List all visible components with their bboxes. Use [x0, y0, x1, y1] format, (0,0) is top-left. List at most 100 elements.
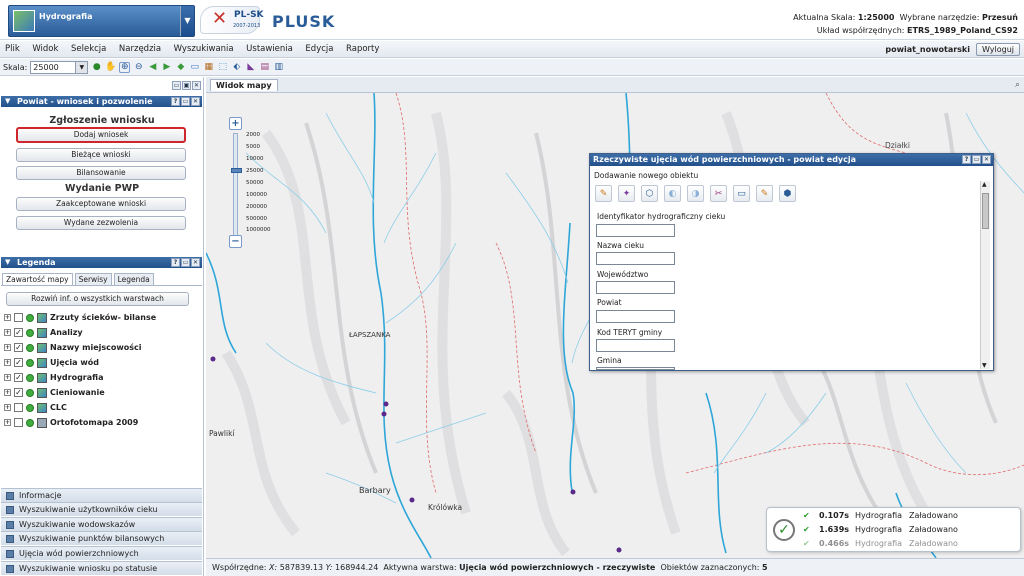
- legend-panel-header[interactable]: ▼ Legenda ? ▭ ✕: [1, 257, 202, 268]
- chevron-down-icon[interactable]: ▼: [180, 6, 194, 36]
- cut-icon[interactable]: ✂: [710, 185, 727, 202]
- collapse-triangle-icon[interactable]: ▼: [5, 96, 10, 107]
- accordion-balance-points[interactable]: Wyszukiwanie punktów bilansowych: [1, 531, 202, 545]
- layers-icon[interactable]: ▤: [259, 62, 270, 73]
- edit-vertices-icon[interactable]: ⬡: [641, 185, 658, 202]
- minimize-icon[interactable]: ▭: [972, 155, 981, 164]
- accordion-users[interactable]: Wyszukiwanie użytkowników cieku: [1, 502, 202, 516]
- tab-map-view[interactable]: Widok mapy: [210, 79, 278, 91]
- zoom-in-button[interactable]: +: [229, 117, 242, 130]
- menu-edycja[interactable]: Edycja: [300, 41, 338, 58]
- permits-panel-header[interactable]: ▼ Powiat - wniosek i pozwolenie ? ▭ ✕: [1, 96, 202, 107]
- draw-point-icon[interactable]: ✎: [595, 185, 612, 202]
- table-icon[interactable]: ▦: [203, 62, 214, 73]
- dialog-scrollbar[interactable]: ▲ ▼: [980, 181, 990, 369]
- back-arrow-icon[interactable]: ◀: [147, 62, 158, 73]
- layer-checkbox[interactable]: ✓: [14, 388, 23, 397]
- magnifier-icon[interactable]: ⌕: [1015, 80, 1020, 90]
- accordion-status-search[interactable]: Wyszukiwanie wniosku po statusie: [1, 561, 202, 575]
- menu-plik[interactable]: Plik: [0, 41, 25, 58]
- balancing-button[interactable]: Bilansowanie: [16, 166, 186, 180]
- layer-checkbox[interactable]: ✓: [14, 373, 23, 382]
- tab-legend[interactable]: Legenda: [113, 273, 154, 285]
- help-icon[interactable]: ?: [962, 155, 971, 164]
- river-name-input[interactable]: [596, 252, 675, 265]
- info-icon[interactable]: ●: [91, 62, 102, 73]
- add-application-button[interactable]: Dodaj wniosek: [16, 127, 186, 143]
- commune-input[interactable]: [596, 367, 675, 370]
- monitor-icon[interactable]: ▭: [189, 62, 200, 73]
- merge-icon[interactable]: ◑: [687, 185, 704, 202]
- save-icon[interactable]: ⬢: [779, 185, 796, 202]
- chevron-down-icon[interactable]: ▼: [75, 61, 88, 73]
- expand-all-layers-button[interactable]: Rozwiń inf. o wszystkich warstwach: [6, 292, 189, 306]
- layer-checkbox[interactable]: ✓: [14, 343, 23, 352]
- close-icon[interactable]: ✕: [982, 155, 991, 164]
- minimize-icon[interactable]: ▭: [181, 258, 190, 267]
- menu-ustawienia[interactable]: Ustawienia: [241, 41, 298, 58]
- layer-checkbox[interactable]: [14, 313, 23, 322]
- expand-icon[interactable]: +: [4, 419, 11, 426]
- zoom-out-icon[interactable]: ⊖: [133, 62, 144, 73]
- accepted-applications-button[interactable]: Zaakceptowane wnioski: [16, 197, 186, 211]
- menu-selekcja[interactable]: Selekcja: [66, 41, 111, 58]
- tab-services[interactable]: Serwisy: [74, 273, 112, 285]
- river-id-input[interactable]: [596, 224, 675, 237]
- collapse-icon[interactable]: ▭: [172, 81, 181, 90]
- expand-icon[interactable]: +: [4, 389, 11, 396]
- forward-arrow-icon[interactable]: ▶: [161, 62, 172, 73]
- measure-icon[interactable]: ◣: [245, 62, 256, 73]
- expand-icon[interactable]: +: [4, 404, 11, 411]
- dialog-header[interactable]: Rzeczywiste ujęcia wód powierzchniowych …: [590, 154, 993, 166]
- attributes-icon[interactable]: ▭: [733, 185, 750, 202]
- expand-icon[interactable]: +: [4, 344, 11, 351]
- accordion-gauges[interactable]: Wyszukiwanie wodowskazów: [1, 517, 202, 531]
- logout-button[interactable]: Wyloguj: [976, 43, 1020, 56]
- close-icon[interactable]: ✕: [192, 81, 201, 90]
- scroll-thumb[interactable]: [982, 193, 989, 229]
- accordion-informacje[interactable]: Informacje: [1, 488, 202, 502]
- expand-icon[interactable]: ▣: [182, 81, 191, 90]
- close-icon[interactable]: ✕: [191, 258, 200, 267]
- scroll-up-icon[interactable]: ▲: [982, 181, 987, 188]
- layer-checkbox[interactable]: [14, 418, 23, 427]
- layer-checkbox[interactable]: ✓: [14, 358, 23, 367]
- tool-icon[interactable]: ⬖: [231, 62, 242, 73]
- app-switcher[interactable]: Hydrografia ▼: [8, 5, 195, 37]
- zoom-out-button[interactable]: −: [229, 235, 242, 248]
- county-input[interactable]: [596, 310, 675, 323]
- current-applications-button[interactable]: Bieżące wnioski: [16, 148, 186, 162]
- tab-map-content[interactable]: Zawartość mapy: [2, 273, 73, 285]
- zoom-track[interactable]: [231, 133, 242, 237]
- zoom-in-icon[interactable]: ⊕: [119, 61, 131, 73]
- voivodeship-input[interactable]: [596, 281, 675, 294]
- menu-raporty[interactable]: Raporty: [341, 41, 384, 58]
- accordion-surface-water[interactable]: Ujęcia wód powierzchniowych: [1, 546, 202, 560]
- expand-icon[interactable]: +: [4, 374, 11, 381]
- print-icon[interactable]: ▥: [273, 62, 284, 73]
- scroll-down-icon[interactable]: ▼: [982, 362, 987, 369]
- select-icon[interactable]: ⬚: [217, 62, 228, 73]
- close-icon[interactable]: ✕: [191, 97, 200, 106]
- teryt-input[interactable]: [596, 339, 675, 352]
- reshape-icon[interactable]: ◐: [664, 185, 681, 202]
- menu-wyszukiwania[interactable]: Wyszukiwania: [169, 41, 239, 58]
- issued-permits-button[interactable]: Wydane zezwolenia: [16, 216, 186, 230]
- scale-select[interactable]: 25000 ▼: [30, 60, 89, 74]
- pan-hand-icon[interactable]: ✋: [105, 62, 116, 73]
- menu-widok[interactable]: Widok: [27, 41, 63, 58]
- zoom-handle[interactable]: [231, 168, 242, 173]
- expand-icon[interactable]: +: [4, 329, 11, 336]
- menu-narzedzia[interactable]: Narzędzia: [114, 41, 166, 58]
- collapse-triangle-icon[interactable]: ▼: [5, 257, 10, 268]
- expand-icon[interactable]: +: [4, 314, 11, 321]
- layer-checkbox[interactable]: [14, 403, 23, 412]
- help-icon[interactable]: ?: [171, 258, 180, 267]
- expand-icon[interactable]: +: [4, 359, 11, 366]
- draw-line-icon[interactable]: ✦: [618, 185, 635, 202]
- minimize-icon[interactable]: ▭: [181, 97, 190, 106]
- help-icon[interactable]: ?: [171, 97, 180, 106]
- zoom-slider[interactable]: + − 2000 5000 10000 25000 50000 100000 2…: [229, 117, 271, 248]
- full-extent-icon[interactable]: ◆: [175, 62, 186, 73]
- delete-icon[interactable]: ✎: [756, 185, 773, 202]
